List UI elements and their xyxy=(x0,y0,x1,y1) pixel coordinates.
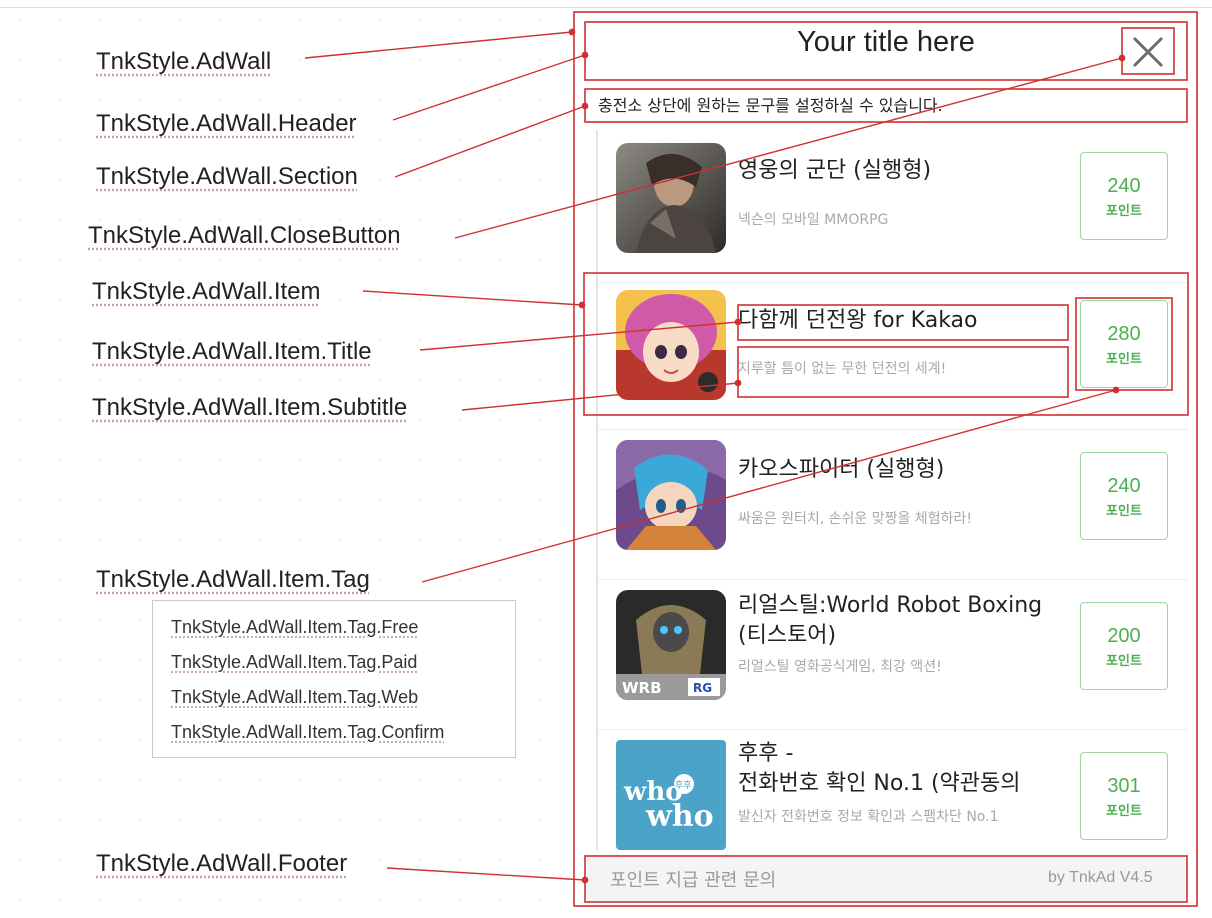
diagram-stage: TnkStyle.AdWall TnkStyle.AdWall.Header T… xyxy=(0,0,1212,918)
warrior-game-icon xyxy=(616,143,726,253)
header-title: Your title here xyxy=(797,26,975,58)
item-separator xyxy=(598,579,1188,580)
tag-variant-paid: TnkStyle.AdWall.Item.Tag.Paid xyxy=(171,652,418,672)
point-value: 240 xyxy=(1107,175,1141,197)
svg-text:who: who xyxy=(645,799,714,834)
label-item-title: TnkStyle.AdWall.Item.Title xyxy=(92,338,372,365)
svg-text:WRB: WRB xyxy=(622,679,662,697)
item-separator xyxy=(598,729,1188,730)
item-title: 후후 - xyxy=(738,741,794,766)
point-tag[interactable]: 240 포인트 xyxy=(1080,152,1168,240)
item-separator xyxy=(598,429,1188,430)
item-title-line2: (티스토어) xyxy=(738,623,837,648)
svg-text:후후: 후후 xyxy=(675,780,692,791)
point-unit: 포인트 xyxy=(1106,504,1142,519)
list-item[interactable]: 다함께 던전왕 for Kakao 지루할 틈이 없는 무한 던전의 세계! 2… xyxy=(598,290,1188,430)
close-button[interactable] xyxy=(1124,29,1172,75)
footer-inquiry-link[interactable]: 포인트 지급 관련 문의 xyxy=(610,866,776,892)
point-tag[interactable]: 280 포인트 xyxy=(1080,300,1168,388)
top-divider xyxy=(0,7,1212,8)
svg-text:RG: RG xyxy=(693,681,712,695)
pink-hair-girl-icon xyxy=(616,290,726,400)
item-title: 다함께 던전왕 for Kakao xyxy=(738,308,978,333)
point-tag[interactable]: 301 포인트 xyxy=(1080,752,1168,840)
point-value: 280 xyxy=(1107,323,1141,345)
point-unit: 포인트 xyxy=(1106,204,1142,219)
list-item[interactable]: 영웅의 군단 (실행형) 넥슨의 모바일 MMORPG 240 포인트 xyxy=(598,143,1188,283)
point-value: 240 xyxy=(1107,475,1141,497)
footer-version: by TnkAd V4.5 xyxy=(1048,869,1153,886)
point-unit: 포인트 xyxy=(1106,804,1142,819)
point-tag[interactable]: 240 포인트 xyxy=(1080,452,1168,540)
label-item-tag: TnkStyle.AdWall.Item.Tag xyxy=(96,566,370,593)
tag-variant-web: TnkStyle.AdWall.Item.Tag.Web xyxy=(171,687,419,707)
item-title: 카오스파이터 (실행형) xyxy=(738,457,945,482)
item-subtitle: 넥슨의 모바일 MMORPG xyxy=(738,212,889,228)
robot-boxer-icon: WRB RG xyxy=(616,590,726,700)
tag-variant-free: TnkStyle.AdWall.Item.Tag.Free xyxy=(171,617,419,637)
item-subtitle: 리얼스틸 영화공식게임, 최강 액션! xyxy=(738,659,942,675)
item-title: 리얼스틸:World Robot Boxing xyxy=(738,593,1043,618)
label-footer: TnkStyle.AdWall.Footer xyxy=(96,850,348,877)
point-unit: 포인트 xyxy=(1106,352,1142,367)
tag-variants-box: TnkStyle.AdWall.Item.Tag.Free TnkStyle.A… xyxy=(152,600,516,758)
item-subtitle: 발신자 전화번호 정보 확인과 스팸차단 No.1 xyxy=(738,809,999,825)
item-subtitle: 싸움은 원터치, 손쉬운 맞짱을 체험하라! xyxy=(738,511,972,527)
item-title: 영웅의 군단 (실행형) xyxy=(738,158,932,183)
close-x-icon xyxy=(1132,36,1164,68)
item-subtitle: 지루할 틈이 없는 무한 던전의 세계! xyxy=(738,361,947,377)
label-adwall: TnkStyle.AdWall xyxy=(96,48,272,75)
point-unit: 포인트 xyxy=(1106,654,1142,669)
point-value: 200 xyxy=(1107,625,1141,647)
label-section: TnkStyle.AdWall.Section xyxy=(96,163,358,190)
label-item-subtitle: TnkStyle.AdWall.Item.Subtitle xyxy=(92,394,408,421)
item-separator xyxy=(598,282,1188,283)
section-text: 충전소 상단에 원하는 문구를 설정하실 수 있습니다. xyxy=(598,96,943,115)
blue-hair-fighter-icon xyxy=(616,440,726,550)
point-tag[interactable]: 200 포인트 xyxy=(1080,602,1168,690)
list-item[interactable]: 카오스파이터 (실행형) 싸움은 원터치, 손쉬운 맞짱을 체험하라! 240 … xyxy=(598,440,1188,580)
item-title-line2: 전화번호 확인 No.1 (약관동의 xyxy=(738,771,1021,796)
label-header: TnkStyle.AdWall.Header xyxy=(96,110,357,137)
whowho-logo-icon: who who 후후 xyxy=(616,740,726,850)
list-item[interactable]: WRB RG 리얼스틸:World Robot Boxing (티스토어) 리얼… xyxy=(598,590,1188,730)
label-close-button: TnkStyle.AdWall.CloseButton xyxy=(88,222,401,249)
point-value: 301 xyxy=(1107,775,1141,797)
tag-variant-confirm: TnkStyle.AdWall.Item.Tag.Confirm xyxy=(171,722,445,742)
label-item: TnkStyle.AdWall.Item xyxy=(92,278,321,305)
